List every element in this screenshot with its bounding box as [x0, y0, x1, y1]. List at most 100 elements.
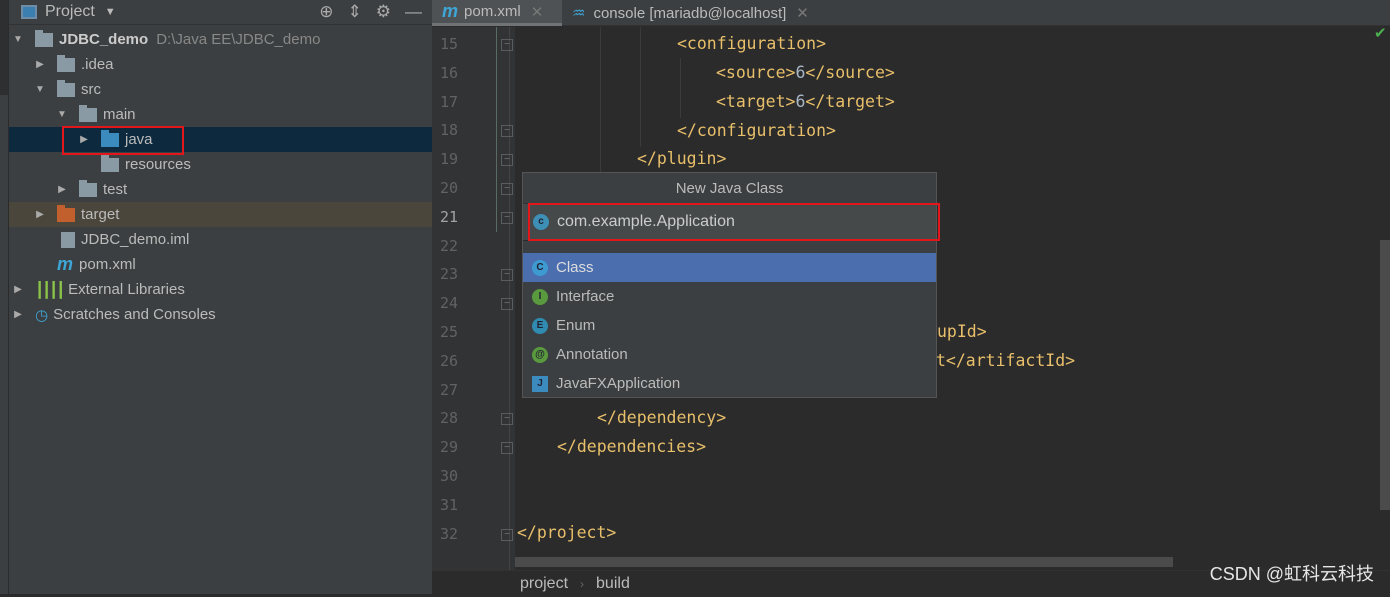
label: resources: [125, 156, 191, 173]
vertical-scrollbar[interactable]: [1380, 240, 1390, 510]
line-number: 30: [440, 467, 459, 485]
code-line-26[interactable]: t</artifactId>: [936, 351, 1075, 370]
line-number: 18: [440, 121, 459, 140]
line-number: 32: [440, 524, 459, 543]
popup-item-label: Annotation: [556, 346, 628, 363]
fold-marker-icon[interactable]: −: [501, 269, 513, 282]
mysql-icon: ♒: [572, 5, 586, 22]
fold-marker-icon[interactable]: −: [501, 183, 513, 195]
code-line-18[interactable]: </configuration>: [677, 121, 836, 140]
tree-item-external-libraries[interactable]: ▶ ┃┃┃┃ External Libraries: [9, 277, 432, 302]
highlight-box-java: [62, 126, 184, 155]
line-number: 26: [440, 351, 459, 370]
breadcrumb-build[interactable]: build: [596, 575, 630, 592]
code-line-25[interactable]: upId>: [937, 322, 987, 341]
breadcrumb-project[interactable]: project: [520, 575, 568, 592]
line-number: 28: [440, 409, 459, 428]
popup-item-label: Interface: [556, 288, 615, 305]
fold-marker-icon[interactable]: −: [501, 211, 513, 224]
class-icon: C: [532, 259, 548, 276]
tab-label: pom.xml: [464, 3, 521, 20]
tab-pom-xml[interactable]: m pom.xml ✕: [432, 0, 562, 26]
tree-item-scratches[interactable]: ▶ ◷ Scratches and Consoles: [9, 302, 432, 327]
project-icon: [21, 5, 37, 19]
line-number: 27: [440, 380, 459, 399]
popup-item-javafxapplication[interactable]: J JavaFXApplication: [523, 369, 936, 398]
popup-item-class[interactable]: C Class: [523, 253, 936, 282]
popup-title: New Java Class: [523, 173, 936, 204]
tree-item-test[interactable]: ▶ test: [9, 177, 432, 202]
label: Scratches and Consoles: [53, 306, 216, 323]
popup-item-interface[interactable]: I Interface: [523, 282, 936, 311]
label: src: [81, 81, 101, 98]
label: JDBC_demo.iml: [81, 231, 190, 248]
interface-icon: I: [532, 288, 548, 305]
close-icon[interactable]: ✕: [531, 3, 544, 21]
resources-folder-icon: [101, 154, 119, 172]
fold-marker-icon[interactable]: −: [501, 39, 513, 51]
code-line-19[interactable]: </plugin>: [637, 149, 726, 168]
label: test: [103, 181, 128, 198]
line-number: 22: [440, 236, 459, 255]
label: pom.xml: [79, 256, 136, 273]
line-number: 15: [440, 35, 459, 53]
project-panel-title: Project: [45, 3, 95, 20]
maven-icon: m: [57, 254, 74, 274]
collapse-all-icon[interactable]: ⇕: [348, 2, 362, 22]
fold-marker-icon[interactable]: −: [501, 413, 513, 426]
locate-icon[interactable]: ⊕: [319, 2, 333, 22]
highlight-box-input: [528, 203, 940, 241]
tab-label: console [mariadb@localhost]: [593, 4, 787, 22]
maven-icon: m: [442, 1, 459, 21]
fold-marker-icon[interactable]: −: [501, 298, 513, 311]
code-line-16[interactable]: <source>6</source>: [716, 63, 895, 82]
project-path: D:\Java EE\JDBC_demo: [156, 31, 321, 48]
label: JDBC_demo: [59, 31, 149, 48]
gear-icon[interactable]: ⚙: [376, 2, 391, 22]
line-number: 19: [440, 150, 459, 169]
popup-item-annotation[interactable]: @ Annotation: [523, 340, 936, 369]
chevron-down-icon[interactable]: ▼: [105, 6, 116, 18]
line-number: 20: [440, 179, 459, 197]
close-icon[interactable]: ✕: [796, 4, 809, 22]
fold-marker-icon[interactable]: −: [501, 442, 513, 455]
javafxapplication-icon: J: [532, 375, 548, 392]
enum-icon: E: [532, 317, 548, 334]
tree-item-main[interactable]: ▼ main: [9, 102, 432, 127]
folder-icon: [57, 54, 75, 72]
code-line-17[interactable]: <target>6</target>: [716, 92, 895, 111]
fold-marker-icon[interactable]: −: [501, 154, 513, 167]
fold-marker-icon[interactable]: −: [501, 125, 513, 138]
line-number: 16: [440, 63, 459, 82]
tree-item-target[interactable]: ▶ target: [9, 202, 432, 227]
checkmark-icon: ✔: [1374, 25, 1387, 42]
project-panel: Project ▼ ⊕ ⇕ ⚙ — ▼ JDBC_demo D:\Java EE\J…: [9, 0, 432, 594]
project-panel-header[interactable]: Project ▼ ⊕ ⇕ ⚙ —: [9, 0, 432, 25]
popup-item-enum[interactable]: E Enum: [523, 311, 936, 340]
line-number: 25: [440, 323, 459, 341]
tree-item-pom[interactable]: m pom.xml: [9, 252, 432, 277]
tool-window-strip: [0, 0, 9, 594]
code-line-28[interactable]: </dependency>: [597, 408, 726, 427]
folder-icon: [57, 79, 75, 97]
tree-item-idea[interactable]: ▶ .idea: [9, 52, 432, 77]
module-file-icon: [61, 231, 75, 248]
minimize-icon[interactable]: —: [405, 2, 422, 22]
tab-console[interactable]: ♒ console [mariadb@localhost] ✕: [562, 0, 819, 26]
fold-marker-icon[interactable]: −: [501, 528, 513, 541]
line-number: 29: [440, 438, 459, 457]
chevron-right-icon: ›: [580, 577, 585, 591]
code-line-32[interactable]: </project>: [517, 523, 616, 542]
code-line-15[interactable]: <configuration>: [677, 34, 826, 53]
tree-item-resources[interactable]: resources: [9, 152, 432, 177]
tree-item-src[interactable]: ▼ src: [9, 77, 432, 102]
popup-item-label: JavaFXApplication: [556, 375, 681, 392]
scratches-icon: ◷: [35, 306, 49, 324]
label: main: [103, 106, 136, 123]
label: .idea: [81, 56, 114, 73]
horizontal-scrollbar[interactable]: [515, 557, 1173, 567]
code-line-29[interactable]: </dependencies>: [557, 437, 706, 456]
tree-item-jdbc-demo[interactable]: ▼ JDBC_demo D:\Java EE\JDBC_demo: [9, 27, 432, 52]
tree-item-iml[interactable]: JDBC_demo.iml: [9, 227, 432, 252]
label: target: [81, 206, 120, 223]
